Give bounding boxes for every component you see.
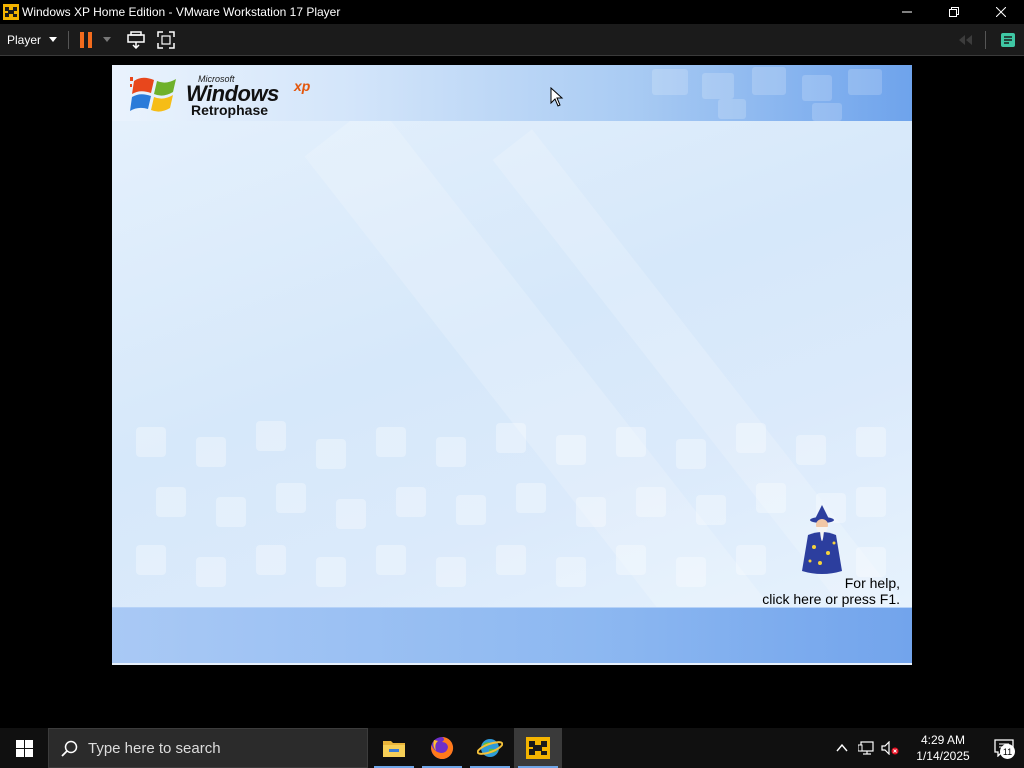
- welcome-top-band: Microsoft Windows xp Retrophase: [112, 65, 912, 121]
- logo-edition-text: Retrophase: [191, 102, 269, 118]
- close-button[interactable]: [977, 0, 1024, 24]
- vmware-icon: [526, 737, 550, 759]
- taskbar-app-firefox[interactable]: [418, 728, 466, 768]
- taskbar-app-file-explorer[interactable]: [370, 728, 418, 768]
- back-button[interactable]: [951, 24, 981, 56]
- mouse-pointer-icon: [550, 87, 564, 107]
- logo-xp-text: xp: [294, 78, 311, 94]
- volume-button[interactable]: [878, 728, 902, 768]
- action-center-button[interactable]: 11: [984, 728, 1024, 768]
- taskbar-clock[interactable]: 4:29 AM 1/14/2025: [902, 728, 984, 768]
- clock-time: 4:29 AM: [920, 733, 966, 747]
- guest-screen[interactable]: Microsoft Windows xp Retrophase For help…: [112, 65, 912, 665]
- volume-muted-icon: [881, 741, 899, 755]
- pause-button[interactable]: [75, 24, 115, 56]
- help-line-1: For help,: [844, 575, 900, 591]
- welcome-main-area[interactable]: [112, 121, 912, 607]
- desktop: Windows XP Home Edition - VMware Worksta…: [0, 0, 1024, 768]
- chevron-down-icon: [103, 37, 112, 42]
- taskbar-app-internet-explorer[interactable]: [466, 728, 514, 768]
- send-ctrl-alt-del-icon: [127, 30, 145, 49]
- show-hidden-icons-button[interactable]: [830, 728, 854, 768]
- player-menu-label: Player: [7, 32, 42, 47]
- system-tray: 4:29 AM 1/14/2025 11: [830, 728, 1024, 768]
- ie-globe-icon: [477, 739, 503, 757]
- windows-start-icon: [15, 739, 33, 757]
- minimize-icon: [901, 11, 912, 13]
- vmware-toolbar: Player: [0, 24, 1024, 56]
- player-menu-button[interactable]: Player: [0, 24, 64, 56]
- unity-icon: [1001, 33, 1015, 47]
- back-icon: [959, 35, 972, 45]
- help-link[interactable]: For help, click here or press F1.: [762, 575, 900, 607]
- network-icon: [858, 741, 874, 755]
- toolbar-separator: [68, 30, 70, 49]
- windows-flag-icon: [130, 77, 176, 112]
- bottom-band-divider: [112, 663, 912, 665]
- unity-button[interactable]: [992, 24, 1024, 56]
- restore-icon: [948, 7, 959, 17]
- pause-icon: [80, 31, 93, 48]
- search-placeholder: Type here to search: [88, 739, 221, 757]
- taskbar-search-box[interactable]: Type here to search: [48, 728, 368, 768]
- taskbar-app-vmware[interactable]: [514, 728, 562, 768]
- full-screen-button[interactable]: [151, 24, 181, 56]
- chevron-down-icon: [49, 37, 58, 42]
- window-titlebar[interactable]: Windows XP Home Edition - VMware Worksta…: [0, 0, 1024, 24]
- chevron-up-icon: [836, 744, 848, 752]
- minimize-button[interactable]: [883, 0, 930, 24]
- clock-date: 1/14/2025: [916, 749, 970, 763]
- help-line-2: click here or press F1.: [762, 591, 900, 607]
- help-wizard-icon[interactable]: [798, 505, 846, 575]
- notification-count-badge: 11: [1000, 744, 1015, 759]
- restore-button[interactable]: [930, 0, 977, 24]
- file-explorer-icon: [383, 741, 405, 757]
- windows-xp-logo: Microsoft Windows xp Retrophase: [130, 69, 340, 119]
- start-button[interactable]: [0, 728, 48, 768]
- search-icon: [61, 740, 78, 757]
- taskbar: Type here to search 4:29 AM 1/14/2025 11: [0, 728, 1024, 768]
- send-ctrl-alt-del-button[interactable]: [121, 24, 151, 56]
- network-button[interactable]: [854, 728, 878, 768]
- vmware-icon: [3, 4, 19, 20]
- close-icon: [995, 7, 1006, 17]
- firefox-icon: [431, 736, 454, 759]
- window-title: Windows XP Home Edition - VMware Worksta…: [22, 5, 341, 19]
- full-screen-icon: [157, 30, 175, 49]
- toolbar-separator: [985, 31, 986, 49]
- welcome-bottom-band: [112, 607, 912, 663]
